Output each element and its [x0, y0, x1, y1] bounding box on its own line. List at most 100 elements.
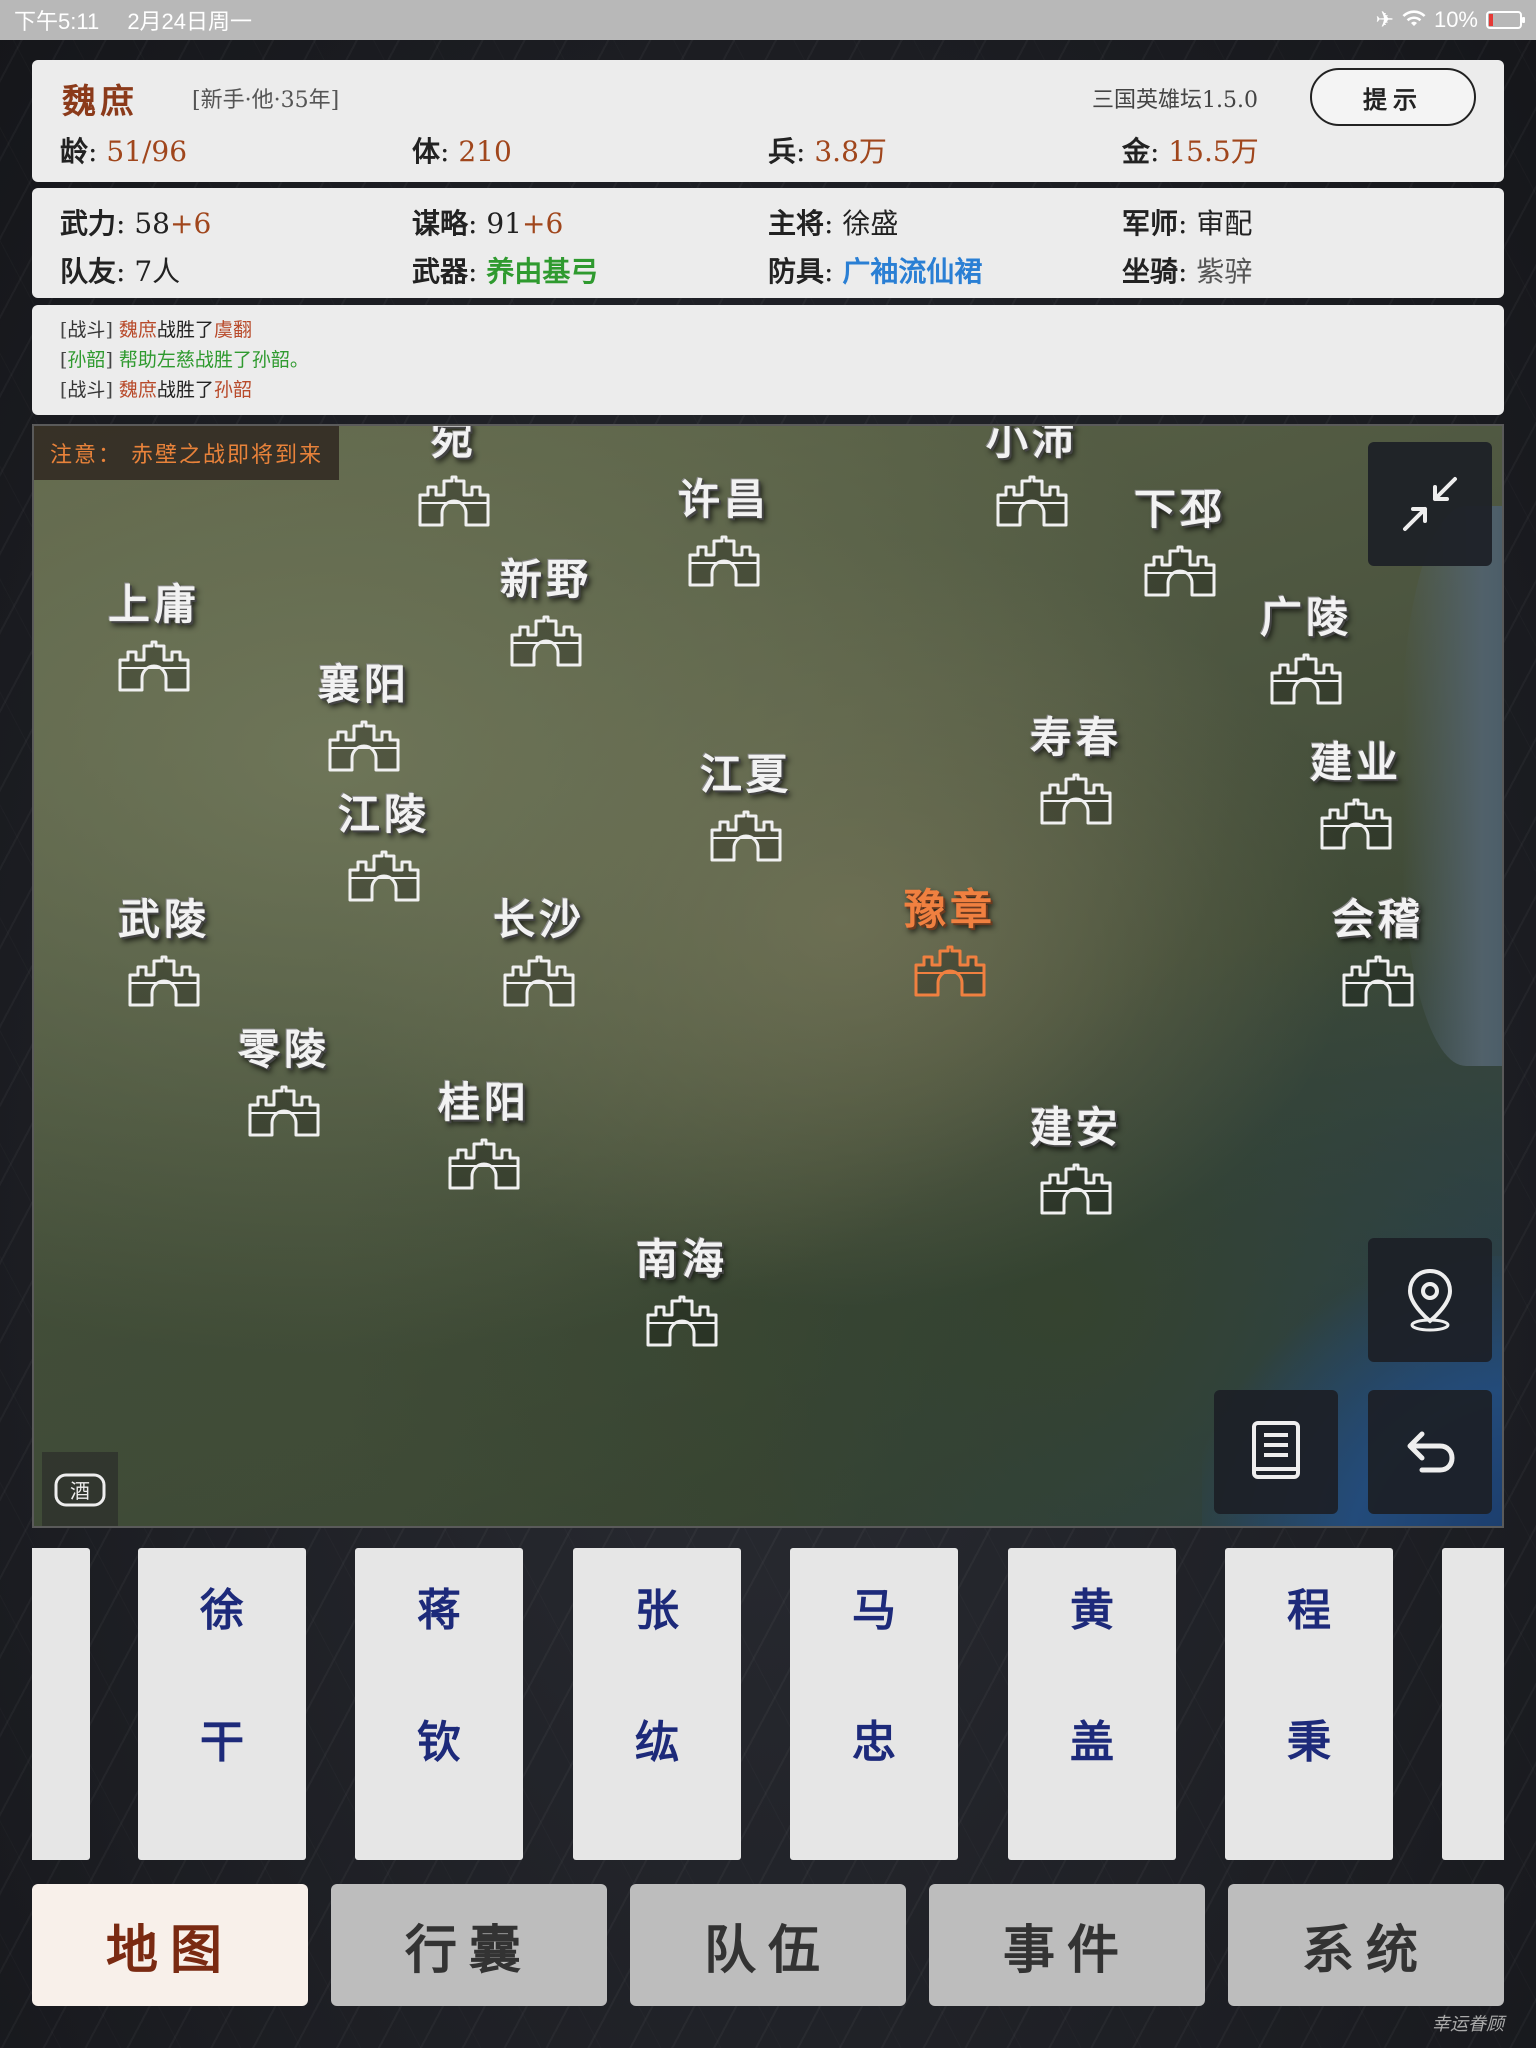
- fortress-icon: [710, 810, 782, 862]
- stat-strategy: 谋略: 91+6: [412, 207, 564, 240]
- city-name: 长沙: [492, 895, 585, 944]
- stat-troops: 兵: 3.8万: [768, 135, 887, 168]
- stat-advisor: 军师: 审配: [1122, 207, 1253, 240]
- status-left: 下午5:11 2月24日周一: [14, 4, 274, 36]
- character-card[interactable]: · ·: [32, 1548, 90, 1860]
- city-name: 桂阳: [437, 1078, 530, 1127]
- city-14[interactable]: 长沙: [469, 886, 609, 1009]
- character-card[interactable]: 蒋 钦: [355, 1548, 523, 1860]
- city-2[interactable]: 许昌: [654, 466, 794, 589]
- city-name: 许昌: [677, 475, 770, 524]
- city-6[interactable]: 上庸: [84, 571, 224, 694]
- game-version: 三国英雄坛1.5.0: [1092, 88, 1258, 113]
- stat-gold: 金: 15.5万: [1122, 135, 1259, 168]
- locate-button[interactable]: [1368, 1238, 1492, 1362]
- tab-team[interactable]: 队伍: [630, 1884, 906, 2006]
- city-name: 寿春: [1029, 713, 1122, 762]
- city-19[interactable]: 建安: [1006, 1094, 1146, 1217]
- tab-events[interactable]: 事件: [929, 1884, 1205, 2006]
- location-pin-icon: [1407, 1268, 1453, 1332]
- signature: 幸运眷顾: [1432, 2014, 1504, 2035]
- status-date: 2月24日周一: [127, 9, 253, 34]
- journal-button[interactable]: [1214, 1390, 1338, 1514]
- fortress-icon: [510, 615, 582, 667]
- undo-icon: [1407, 1431, 1455, 1473]
- character-card[interactable]: 马 忠: [790, 1548, 958, 1860]
- city-name: 上庸: [107, 580, 200, 629]
- city-name: 宛: [430, 424, 477, 464]
- city-10[interactable]: 江夏: [676, 741, 816, 864]
- city-3[interactable]: 小沛: [962, 424, 1102, 529]
- city-13[interactable]: 武陵: [94, 886, 234, 1009]
- city-8[interactable]: 襄阳: [294, 651, 434, 774]
- stat-teammates: 队友: 7人: [60, 255, 181, 288]
- character-card[interactable]: 程 秉: [1225, 1548, 1393, 1860]
- wine-icon: 酒: [54, 1473, 106, 1507]
- tab-bag[interactable]: 行囊: [331, 1884, 607, 2006]
- city-11[interactable]: 建业: [1286, 729, 1426, 852]
- stat-force: 武力: 58+6: [60, 207, 212, 240]
- city-name: 南海: [635, 1235, 728, 1284]
- city-name: 小沛: [985, 424, 1078, 464]
- battery-icon: [1486, 11, 1525, 29]
- city-20[interactable]: 南海: [612, 1226, 752, 1349]
- status-bar: 下午5:11 2月24日周一 ✈ 10%: [0, 0, 1536, 40]
- city-name: 豫章: [903, 885, 996, 934]
- battle-log-panel: [战斗] 魏庶战胜了虞翻 [孙韶] 帮助左慈战胜了孙韶。 [战斗] 魏庶战胜了孙…: [32, 305, 1504, 415]
- log-line: [战斗] 魏庶战胜了虞翻: [60, 319, 252, 341]
- city-name: 建业: [1309, 738, 1402, 787]
- character-card[interactable]: 张 纮: [573, 1548, 741, 1860]
- character-card[interactable]: 徐 干: [138, 1548, 306, 1860]
- collapse-map-button[interactable]: [1368, 442, 1492, 566]
- battery-percent: 10%: [1433, 7, 1478, 32]
- fortress-icon: [118, 640, 190, 692]
- city-name: 广陵: [1259, 593, 1352, 642]
- stat-armor: 防具: 广袖流仙裙: [768, 255, 983, 288]
- city-name: 建安: [1029, 1103, 1122, 1152]
- city-name: 襄阳: [317, 660, 410, 709]
- city-7[interactable]: 广陵: [1236, 584, 1376, 707]
- character-strip[interactable]: · · 徐 干 蒋 钦 张 纮 马 忠 黄 盖 程 秉 · ·: [32, 1548, 1504, 1860]
- city-17[interactable]: 零陵: [214, 1016, 354, 1139]
- log-line: [孙韶] 帮助左慈战胜了孙韶。: [60, 349, 309, 371]
- city-9[interactable]: 寿春: [1006, 704, 1146, 827]
- status-time: 下午5:11: [14, 9, 100, 34]
- tab-map[interactable]: 地图: [32, 1884, 308, 2006]
- status-right: ✈ 10%: [1375, 7, 1525, 33]
- world-map[interactable]: 注意： 赤壁之战即将到来 宛许昌 小沛 下邳新野上庸 广陵襄阳寿春江夏 建业江陵武陵 长沙…: [32, 424, 1504, 1528]
- city-4[interactable]: 下邳: [1110, 476, 1250, 599]
- city-name: 新野: [499, 555, 592, 604]
- fortress-icon: [996, 475, 1068, 527]
- fortress-icon: [348, 850, 420, 902]
- city-18[interactable]: 桂阳: [414, 1069, 554, 1192]
- city-16[interactable]: 会稽: [1308, 886, 1448, 1009]
- collapse-icon: [1403, 477, 1457, 531]
- stat-age: 龄: 51/96: [60, 135, 188, 168]
- hint-button[interactable]: 提示: [1310, 68, 1476, 126]
- hero-name: 魏庶: [62, 82, 138, 122]
- city-name: 武陵: [117, 895, 210, 944]
- fortress-icon: [128, 955, 200, 1007]
- fortress-icon: [503, 955, 575, 1007]
- hero-tag: [新手·他·35年]: [192, 88, 340, 113]
- city-name: 零陵: [237, 1025, 330, 1074]
- hero-panel: 魏庶 [新手·他·35年] 三国英雄坛1.5.0 提示 龄: 51/96 体: …: [32, 60, 1504, 182]
- book-icon: [1252, 1421, 1300, 1479]
- city-1[interactable]: 宛: [384, 424, 524, 529]
- city-15[interactable]: 豫章: [880, 876, 1020, 999]
- wine-button[interactable]: 酒: [42, 1452, 118, 1526]
- fortress-icon: [646, 1295, 718, 1347]
- city-5[interactable]: 新野: [476, 546, 616, 669]
- character-card[interactable]: · ·: [1442, 1548, 1504, 1860]
- fortress-icon: [328, 720, 400, 772]
- fortress-icon: [1144, 545, 1216, 597]
- airplane-icon: ✈: [1375, 7, 1394, 32]
- city-12[interactable]: 江陵: [314, 781, 454, 904]
- map-notice: 注意： 赤壁之战即将到来: [34, 426, 339, 480]
- fortress-icon: [1040, 773, 1112, 825]
- tab-system[interactable]: 系统: [1228, 1884, 1504, 2006]
- back-button[interactable]: [1368, 1390, 1492, 1514]
- attributes-panel: 武力: 58+6 谋略: 91+6 主将: 徐盛 军师: 审配 队友: 7人 武…: [32, 188, 1504, 298]
- character-card[interactable]: 黄 盖: [1008, 1548, 1176, 1860]
- fortress-icon: [418, 475, 490, 527]
